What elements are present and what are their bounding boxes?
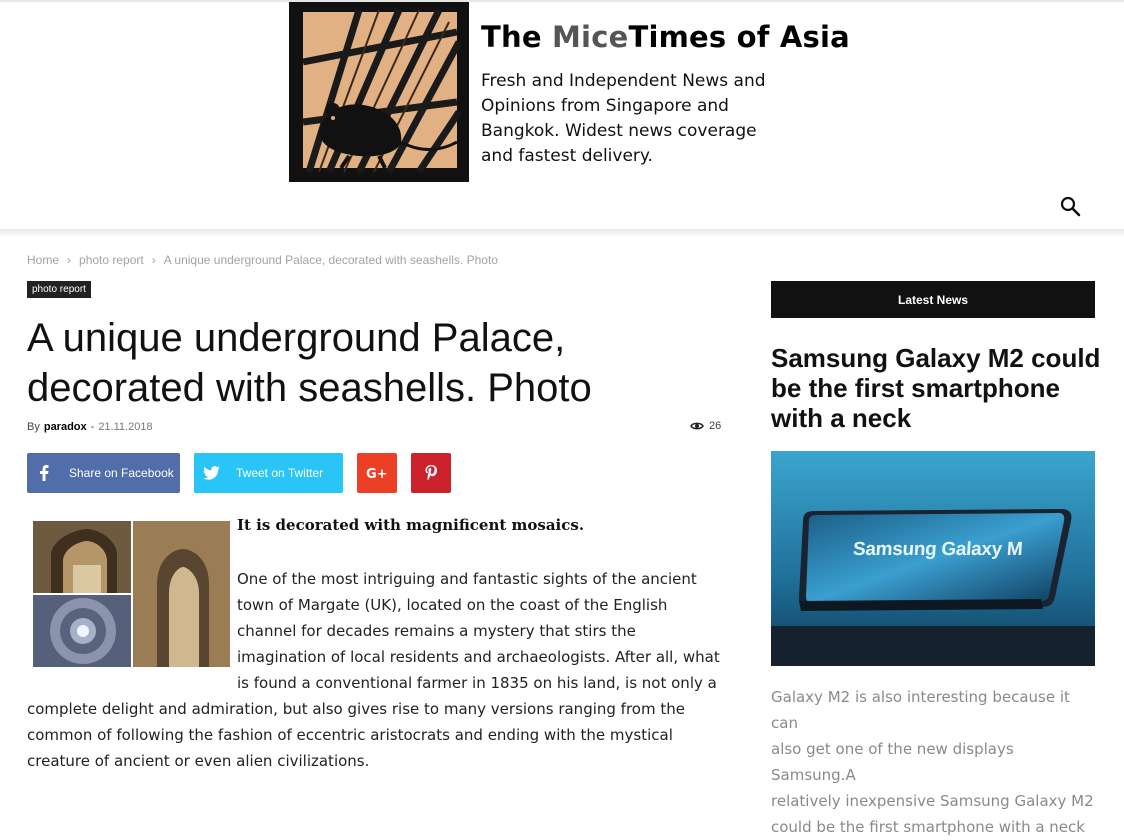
twitter-icon (194, 453, 228, 493)
excerpt-line: relatively inexpensive Samsung Galaxy M2 (771, 792, 1094, 810)
tagline-line: Bangkok. Widest news coverage (481, 121, 757, 141)
svg-text:G+: G+ (366, 467, 388, 480)
tagline-line: Opinions from Singapore and (481, 96, 729, 116)
sidebar-post-image[interactable]: Samsung Galaxy M (771, 451, 1095, 666)
article-meta: By paradox -21.11.2018 (27, 421, 153, 433)
publish-date: 21.11.2018 (98, 421, 153, 433)
share-facebook-label: Share on Facebook (69, 466, 174, 480)
view-count-value: 26 (709, 420, 722, 432)
paragraph-line: One of the most intriguing and fantastic… (237, 570, 697, 588)
site-title-part1: The (481, 20, 552, 54)
category-badge[interactable]: photo report (27, 281, 91, 298)
search-button[interactable] (1058, 194, 1084, 220)
view-count: 26 (690, 420, 721, 432)
paragraph-line: channel for decades remains a mystery th… (237, 622, 636, 640)
sidebar-post-excerpt: Galaxy M2 is also interesting because it… (771, 684, 1101, 840)
breadcrumb-separator: › (67, 253, 72, 267)
article-paragraph: One of the most intriguing and fantastic… (237, 566, 727, 696)
breadcrumb-current: A unique underground Palace, decorated w… (163, 253, 498, 267)
excerpt-line: Galaxy M2 is also interesting because it… (771, 688, 1070, 732)
breadcrumb-separator: › (151, 253, 156, 267)
paragraph-line: complete delight and admiration, but als… (27, 700, 685, 718)
site-logo[interactable] (289, 2, 469, 182)
paragraph-line: imagination of local residents and archa… (237, 648, 720, 666)
tagline-line: Fresh and Independent News and (481, 71, 766, 91)
pinterest-icon (425, 465, 437, 481)
site-title[interactable]: The MiceTimes of Asia (481, 20, 850, 54)
paragraph-line: common of following the fashion of eccen… (27, 726, 673, 744)
sidebar-image-caption: Samsung Galaxy M (852, 539, 1024, 560)
paragraph-line: creature of ancient or even alien civili… (27, 752, 370, 770)
breadcrumb: Home › photo report › A unique underground P… (27, 253, 498, 267)
breadcrumb-category-link[interactable]: photo report (79, 253, 144, 267)
site-title-part3: Times of Asia (628, 20, 850, 54)
search-icon (1060, 196, 1081, 217)
paragraph-line: is found a conventional farmer in 1835 o… (237, 674, 717, 692)
googleplus-icon: G+ (366, 467, 388, 480)
facebook-icon (27, 453, 61, 493)
article-photo-collage[interactable] (33, 521, 230, 667)
author-link[interactable]: paradox (44, 421, 87, 433)
excerpt-line: could be the first smartphone with a nec… (771, 818, 1085, 836)
header-divider (0, 229, 1124, 237)
date-separator: - (90, 421, 95, 433)
tagline-line: and fastest delivery. (481, 146, 653, 166)
sidebar-post-title[interactable]: Samsung Galaxy M2 could be the first sma… (771, 343, 1101, 433)
excerpt-line: also get one of the new displays Samsung… (771, 740, 1014, 784)
paragraph-line: town of Margate (UK), located on the coa… (237, 596, 668, 614)
eye-icon (690, 422, 704, 430)
share-googleplus-button[interactable]: G+ (357, 453, 397, 493)
site-tagline: Fresh and Independent News and Opinions … (481, 69, 781, 169)
by-label: By (27, 421, 40, 433)
article-paragraph: complete delight and admiration, but als… (27, 696, 727, 774)
site-title-part2: Mice (552, 20, 629, 54)
article-title: A unique underground Palace, decorated w… (27, 316, 592, 410)
share-facebook-button[interactable]: Share on Facebook (27, 453, 180, 493)
latest-news-heading: Latest News (771, 281, 1095, 318)
breadcrumb-home-link[interactable]: Home (27, 253, 59, 267)
site-header: The MiceTimes of Asia Fresh and Independ… (0, 2, 1124, 230)
article-lead: It is decorated with magnificent mosaics… (237, 516, 585, 534)
share-twitter-button[interactable]: Tweet on Twitter (194, 453, 343, 493)
share-twitter-label: Tweet on Twitter (236, 466, 324, 480)
mouse-woodcut-logo-icon (289, 2, 469, 182)
share-pinterest-button[interactable] (411, 453, 451, 493)
